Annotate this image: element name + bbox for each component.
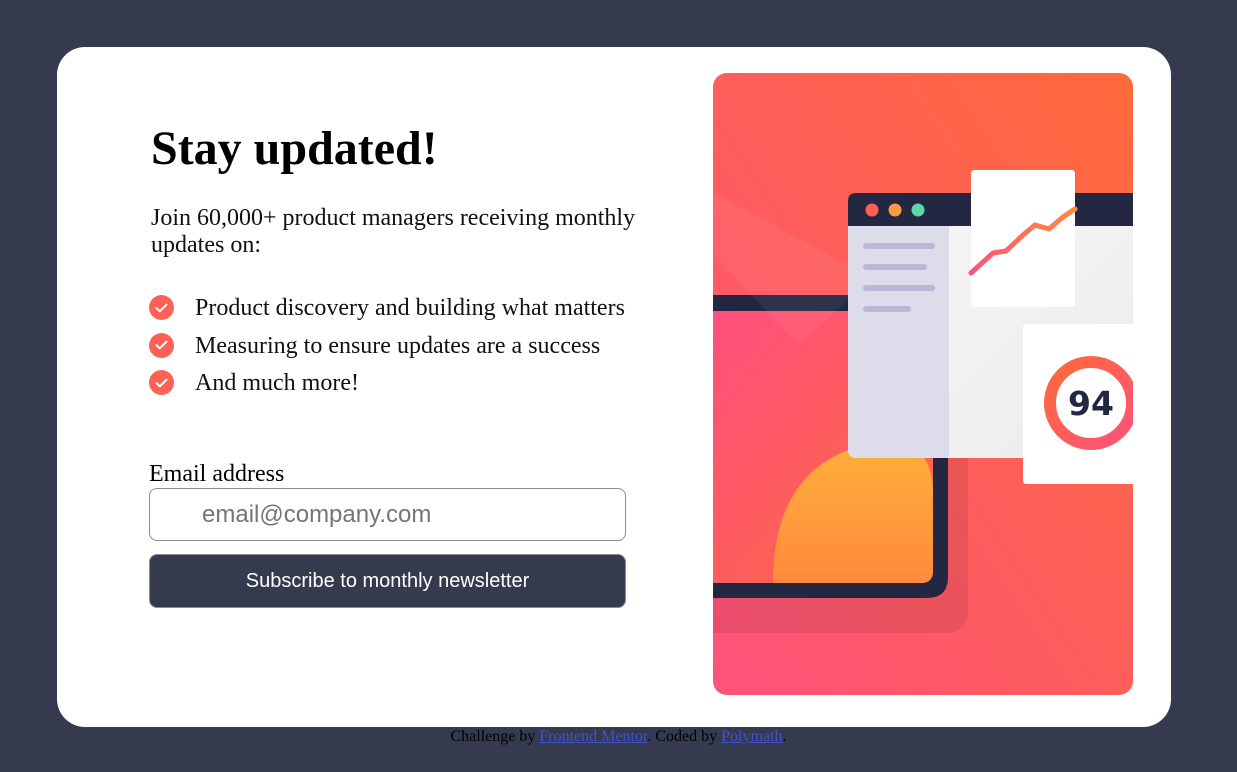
check-icon [149, 295, 174, 320]
list-item: Product discovery and building what matt… [149, 294, 625, 332]
feature-text: Measuring to ensure updates are a succes… [195, 332, 601, 359]
illustration-graphic: 94 [713, 73, 1133, 695]
attribution-middle: . Coded by [647, 728, 722, 745]
check-icon [149, 332, 174, 358]
feature-text: And much more! [195, 370, 359, 396]
feature-list: Product discovery and building what matt… [149, 294, 625, 407]
score-text: 94 [1068, 384, 1114, 423]
attribution-prefix: Challenge by [450, 728, 540, 745]
attribution: Challenge by Frontend Mentor. Coded by P… [0, 727, 1237, 747]
signup-card: Stay updated! Join 60,000+ product manag… [57, 47, 1171, 727]
page-title: Stay updated! [151, 122, 438, 175]
attribution-suffix: . [782, 728, 787, 745]
intro-text: Join 60,000+ product managers receiving … [151, 205, 636, 258]
subscribe-button[interactable]: Subscribe to monthly newsletter [149, 554, 626, 608]
list-item: Measuring to ensure updates are a succes… [149, 332, 625, 370]
email-label: Email address [149, 461, 285, 487]
check-icon [149, 370, 174, 395]
email-field[interactable] [149, 488, 626, 541]
list-item: And much more! [149, 369, 625, 407]
frontend-mentor-link[interactable]: Frontend Mentor [539, 728, 647, 745]
dashboard-illustration: 94 [713, 73, 1133, 695]
feature-text: Product discovery and building what matt… [195, 295, 625, 321]
author-link[interactable]: Polymath [721, 728, 782, 745]
